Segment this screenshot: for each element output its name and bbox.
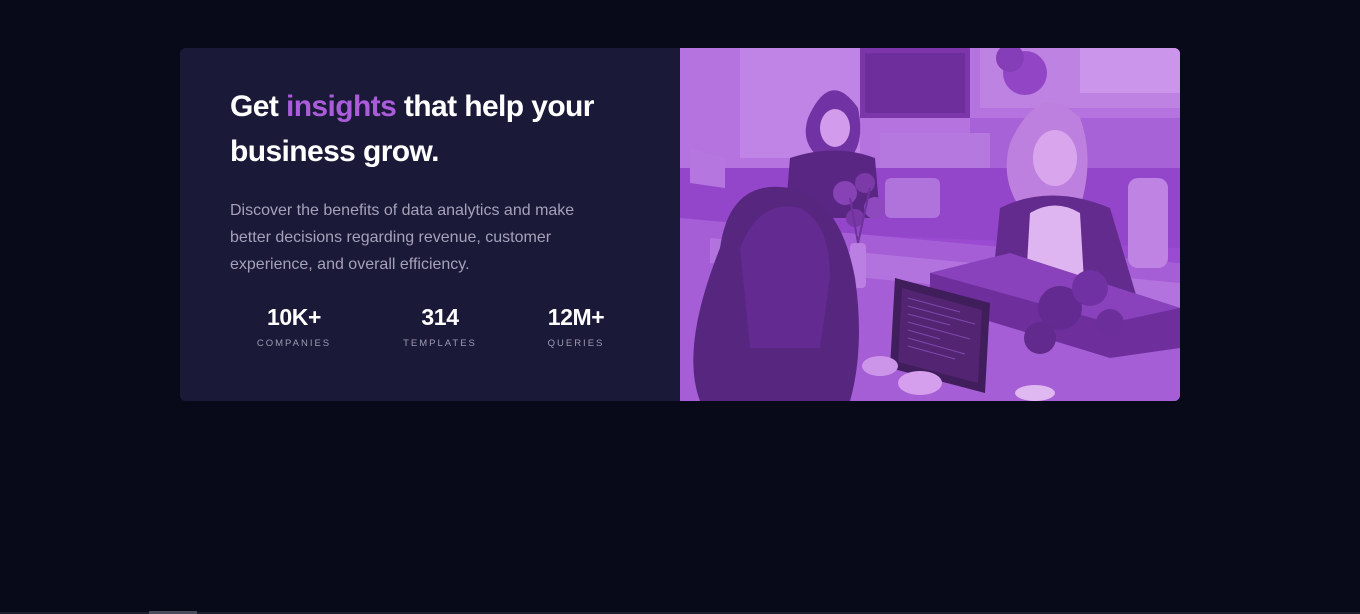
stat-label: TEMPLATES — [403, 338, 477, 349]
stat-queries: 12M+ QUERIES — [545, 304, 607, 350]
stat-label: QUERIES — [547, 338, 605, 349]
page-title: Get insights that help your business gro… — [230, 84, 620, 174]
page: Get insights that help your business gro… — [0, 0, 1360, 614]
stat-companies: 10K+ COMPANIES — [255, 304, 333, 350]
stat-value: 12M+ — [547, 304, 605, 330]
stats-preview-card: Get insights that help your business gro… — [180, 48, 1180, 401]
stat-value: 314 — [421, 304, 459, 330]
team-photo-icon — [680, 48, 1180, 401]
stat-label: COMPANIES — [256, 338, 332, 349]
card-content: Get insights that help your business gro… — [180, 48, 680, 401]
stat-value: 10K+ — [266, 304, 322, 330]
team-photo-illustration — [680, 48, 1180, 401]
stats-row: 10K+ COMPANIES 314 TEMPLATES 12M+ QUERIE… — [230, 304, 630, 354]
stat-templates: 314 TEMPLATES — [401, 304, 479, 350]
headline-accent: insights — [285, 90, 397, 123]
description: Discover the benefits of data analytics … — [230, 202, 575, 273]
headline-start: Get — [230, 90, 286, 123]
